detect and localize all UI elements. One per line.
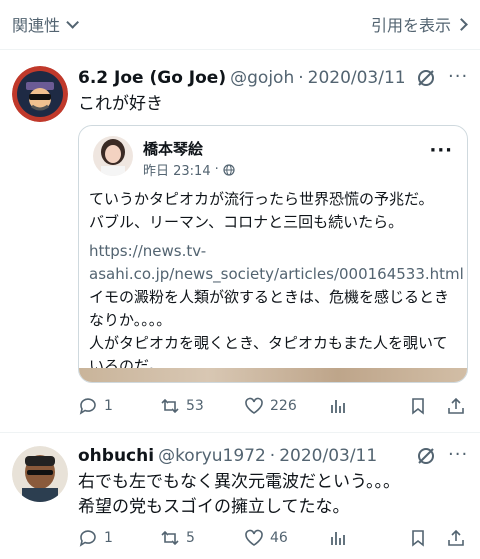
views-button[interactable]	[328, 528, 348, 548]
grok-icon[interactable]	[416, 446, 436, 466]
retweet-button[interactable]: 5	[160, 528, 195, 548]
tweet-date[interactable]: 2020/03/11	[308, 68, 406, 88]
reply-count: 1	[104, 398, 113, 414]
bookmark-button[interactable]	[408, 528, 428, 548]
quoted-tweet[interactable]: 橋本琴絵 昨日 23:14 · ··· ていうかタピオカが流行ったら世界恐慌の予…	[78, 125, 468, 383]
retweet-icon	[161, 398, 179, 414]
divider	[0, 432, 480, 433]
views-icon	[331, 532, 345, 545]
quote-link[interactable]: https://news.tv- asahi.co.jp/news_societ…	[89, 240, 464, 286]
quote-line: なりか。。。。	[89, 311, 172, 329]
quote-line: イモの澱粉を人類が欲するときは、危機を感じるとき	[89, 288, 450, 306]
reply-icon	[79, 398, 96, 415]
tweet-text: 右でも左でもなく異次元電波だという。。。 希望の党もスゴイの擁立してたな。	[78, 470, 400, 520]
quote-line: 人がタピオカを覗くとき、タピオカもまた人を覗いて	[89, 334, 448, 352]
user-handle[interactable]: @gojoh	[230, 68, 294, 88]
sort-dropdown[interactable]: 関連性	[12, 12, 80, 36]
quote-line: ていうかタピオカが流行ったら世界恐慌の予兆だ。	[89, 190, 434, 208]
quotes-label: 引用を表示	[370, 16, 451, 35]
separator: ·	[214, 162, 219, 177]
bookmark-icon	[412, 398, 424, 415]
tweet-actions: 1 53 226	[78, 396, 468, 418]
avatar-image	[12, 66, 68, 122]
quote-display-name: 橋本琴絵	[143, 140, 204, 158]
like-button[interactable]: 226	[244, 396, 297, 416]
tweet-header: ohbuchi @koryu1972 · 2020/03/11	[78, 446, 377, 466]
separator: ·	[298, 68, 304, 88]
like-icon	[245, 529, 263, 546]
globe-icon	[223, 163, 235, 176]
quote-meta: 昨日 23:14 ·	[143, 160, 235, 179]
display-name[interactable]: 6.2 Joe (Go Joe)	[78, 68, 226, 88]
tweet-text-line: 右でも左でもなく異次元電波だという。。。	[78, 472, 400, 492]
display-name[interactable]: ohbuchi	[78, 446, 154, 466]
quote-more-icon[interactable]: ···	[429, 140, 453, 161]
more-icon[interactable]: ···	[448, 66, 468, 87]
avatar-image	[12, 446, 68, 502]
like-button[interactable]: 46	[244, 528, 288, 548]
bookmark-icon	[412, 530, 424, 547]
tweet-text: これが好き	[78, 94, 163, 114]
tweet-header: 6.2 Joe (Go Joe) @gojoh · 2020/03/11	[78, 68, 406, 88]
quote-link-line: https://news.tv-	[89, 242, 207, 260]
reply-count: 1	[104, 530, 113, 546]
quote-line: バブル、リーマン、コロナと三回も続いたら。	[89, 213, 404, 231]
retweet-count: 5	[186, 530, 195, 546]
avatar[interactable]	[12, 66, 68, 122]
reply-button[interactable]: 1	[78, 528, 113, 548]
chevron-down-icon	[66, 15, 80, 29]
views-icon	[331, 400, 345, 413]
views-button[interactable]	[328, 396, 348, 416]
tweet-actions: 1 5 46	[78, 528, 468, 550]
avatar[interactable]	[12, 446, 68, 502]
quote-link-line: asahi.co.jp/news_society/articles/000164…	[89, 265, 464, 283]
quote-body: ていうかタピオカが流行ったら世界恐慌の予兆だ。 バブル、リーマン、コロナと三回も…	[89, 188, 464, 378]
reply-button[interactable]: 1	[78, 396, 113, 416]
view-quotes-link[interactable]: 引用を表示	[370, 12, 468, 36]
grok-icon[interactable]	[416, 68, 436, 88]
like-icon	[245, 397, 263, 414]
retweet-count: 53	[186, 398, 204, 414]
like-count: 226	[270, 398, 297, 414]
quote-time: 昨日 23:14	[143, 164, 211, 179]
retweet-button[interactable]: 53	[160, 396, 204, 416]
share-icon	[448, 529, 464, 546]
retweet-icon	[161, 530, 179, 546]
tweet-date[interactable]: 2020/03/11	[279, 446, 377, 466]
user-handle[interactable]: @koryu1972	[158, 446, 266, 466]
share-button[interactable]	[446, 396, 466, 416]
reply-icon	[79, 530, 96, 547]
like-count: 46	[270, 530, 288, 546]
more-icon[interactable]: ···	[448, 444, 468, 465]
bookmark-button[interactable]	[408, 396, 428, 416]
quote-avatar	[93, 136, 133, 176]
chevron-right-icon	[455, 17, 468, 31]
quote-media-strip	[79, 368, 467, 382]
top-bar: 関連性 引用を表示	[0, 0, 480, 50]
separator: ·	[269, 446, 276, 466]
tweet-text-line: 希望の党もスゴイの擁立してたな。	[78, 497, 350, 517]
share-icon	[448, 397, 464, 414]
sort-label: 関連性	[12, 16, 61, 35]
share-button[interactable]	[446, 528, 466, 548]
